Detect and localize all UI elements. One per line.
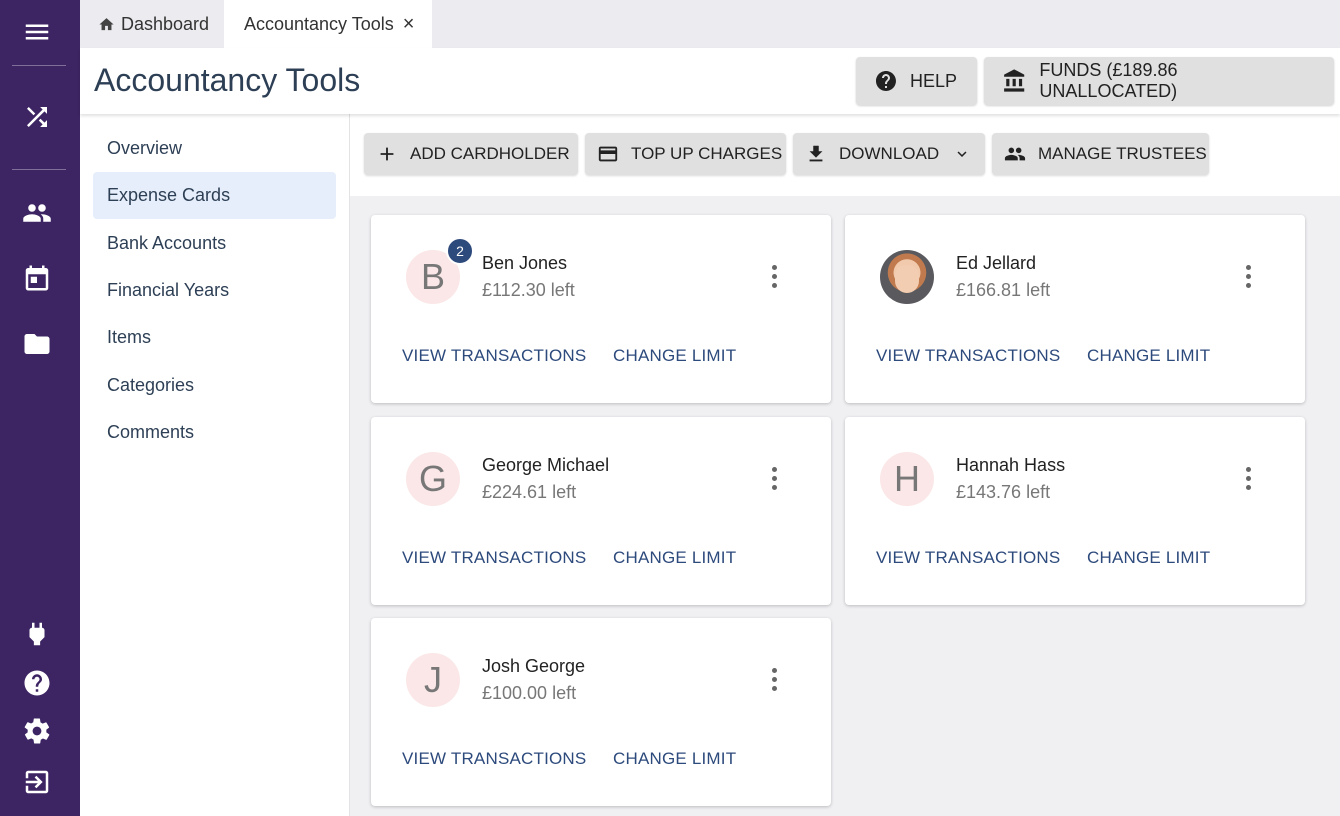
remaining-amount: £112.30 left xyxy=(482,280,575,300)
manage-trustees-label: MANAGE TRUSTEES xyxy=(1038,144,1207,163)
menu-item-financial-years[interactable]: Financial Years xyxy=(93,267,336,314)
more-vert-icon[interactable] xyxy=(763,666,785,694)
rail-divider xyxy=(12,169,66,170)
more-vert-icon[interactable] xyxy=(763,465,785,493)
change-limit-button[interactable]: CHANGE LIMIT xyxy=(613,346,736,366)
section-menu: Overview Expense Cards Bank Accounts Fin… xyxy=(80,114,350,816)
menu-item-categories[interactable]: Categories xyxy=(93,362,336,409)
view-transactions-button[interactable]: VIEW TRANSACTIONS xyxy=(402,749,586,769)
avatar: H xyxy=(880,452,934,506)
more-vert-icon[interactable] xyxy=(1237,465,1259,493)
help-button[interactable]: HELP xyxy=(856,57,977,105)
add-cardholder-label: ADD CARDHOLDER xyxy=(410,144,570,163)
change-limit-button[interactable]: CHANGE LIMIT xyxy=(613,548,736,568)
tab-dashboard[interactable]: Dashboard xyxy=(98,0,209,48)
card-toolbar: ADD CARDHOLDER TOP UP CHARGES DOWNLOAD M… xyxy=(350,114,1340,196)
cardholder-card: H Hannah Hass £143.76 left VIEW TRANSACT… xyxy=(845,417,1305,605)
menu-item-items[interactable]: Items xyxy=(93,314,336,361)
view-transactions-button[interactable]: VIEW TRANSACTIONS xyxy=(402,548,586,568)
download-label: DOWNLOAD xyxy=(839,144,940,163)
cardholder-name: Ed Jellard xyxy=(956,253,1037,273)
credit-card-icon xyxy=(598,146,618,162)
view-transactions-button[interactable]: VIEW TRANSACTIONS xyxy=(876,346,1060,366)
shuffle-icon[interactable] xyxy=(20,100,54,134)
top-up-charges-label: TOP UP CHARGES xyxy=(631,144,783,163)
people-icon xyxy=(1004,147,1026,161)
home-icon xyxy=(99,17,114,30)
change-limit-button[interactable]: CHANGE LIMIT xyxy=(613,749,736,769)
funds-label: FUNDS (£189.86 UNALLOCATED) xyxy=(1039,60,1178,101)
app-rail xyxy=(0,0,80,816)
menu-item-comments[interactable]: Comments xyxy=(93,409,336,456)
add-cardholder-button[interactable]: ADD CARDHOLDER xyxy=(364,133,578,175)
funds-button[interactable]: FUNDS (£189.86 UNALLOCATED) xyxy=(984,57,1334,105)
avatar: G xyxy=(406,452,460,506)
cardholder-card: B 2 Ben Jones £112.30 left VIEW TRANSACT… xyxy=(371,215,831,403)
remaining-amount: £224.61 left xyxy=(482,482,577,502)
people-icon[interactable] xyxy=(20,196,54,230)
plug-icon[interactable] xyxy=(20,617,54,651)
download-icon xyxy=(809,145,823,162)
menu-item-bank-accounts[interactable]: Bank Accounts xyxy=(93,220,336,267)
menu-item-expense-cards[interactable]: Expense Cards xyxy=(93,172,336,219)
tab-strip: Dashboard Accountancy Tools × xyxy=(80,0,1340,48)
more-vert-icon[interactable] xyxy=(763,263,785,291)
remaining-amount: £166.81 left xyxy=(956,280,1051,300)
help-icon[interactable] xyxy=(20,666,54,700)
gear-icon[interactable] xyxy=(20,714,54,748)
bank-icon xyxy=(1004,69,1025,92)
cardholder-card: G George Michael £224.61 left VIEW TRANS… xyxy=(371,417,831,605)
view-transactions-button[interactable]: VIEW TRANSACTIONS xyxy=(876,548,1060,568)
change-limit-button[interactable]: CHANGE LIMIT xyxy=(1087,346,1210,366)
top-up-charges-button[interactable]: TOP UP CHARGES xyxy=(585,133,786,175)
help-icon xyxy=(875,71,896,91)
menu-icon[interactable] xyxy=(20,15,54,49)
tab-accountancy-tools[interactable]: Accountancy Tools × xyxy=(224,0,432,48)
cardholder-name: Hannah Hass xyxy=(956,455,1066,475)
cardholder-name: Ben Jones xyxy=(482,253,568,273)
logout-icon[interactable] xyxy=(20,765,54,799)
tab-label: Dashboard xyxy=(121,13,210,34)
tab-label: Accountancy Tools xyxy=(244,13,394,34)
change-limit-button[interactable]: CHANGE LIMIT xyxy=(1087,548,1210,568)
folder-icon[interactable] xyxy=(20,327,54,361)
page-title: Accountancy Tools xyxy=(94,62,361,98)
remaining-amount: £143.76 left xyxy=(956,482,1051,502)
notification-badge: 2 xyxy=(446,237,474,265)
remaining-amount: £100.00 left xyxy=(482,683,577,703)
cardholder-name: George Michael xyxy=(482,455,610,475)
avatar-photo xyxy=(880,250,934,304)
more-vert-icon[interactable] xyxy=(1237,263,1259,291)
rail-divider xyxy=(12,65,66,66)
help-label: HELP xyxy=(909,70,957,91)
page-header: Accountancy Tools HELP FUNDS (£189.86 UN… xyxy=(80,48,1340,114)
view-transactions-button[interactable]: VIEW TRANSACTIONS xyxy=(402,346,586,366)
cardholder-card: J Josh George £100.00 left VIEW TRANSACT… xyxy=(371,618,831,806)
manage-trustees-button[interactable]: MANAGE TRUSTEES xyxy=(992,133,1209,175)
plus-icon xyxy=(380,147,394,161)
avatar: J xyxy=(406,653,460,707)
chevron-down-icon xyxy=(957,151,967,157)
download-button[interactable]: DOWNLOAD xyxy=(793,133,985,175)
cardholder-card: Ed Jellard £166.81 left VIEW TRANSACTION… xyxy=(845,215,1305,403)
menu-item-overview[interactable]: Overview xyxy=(93,125,336,172)
calendar-icon[interactable] xyxy=(20,261,54,295)
cardholder-name: Josh George xyxy=(482,656,586,676)
close-icon[interactable]: × xyxy=(403,13,415,36)
